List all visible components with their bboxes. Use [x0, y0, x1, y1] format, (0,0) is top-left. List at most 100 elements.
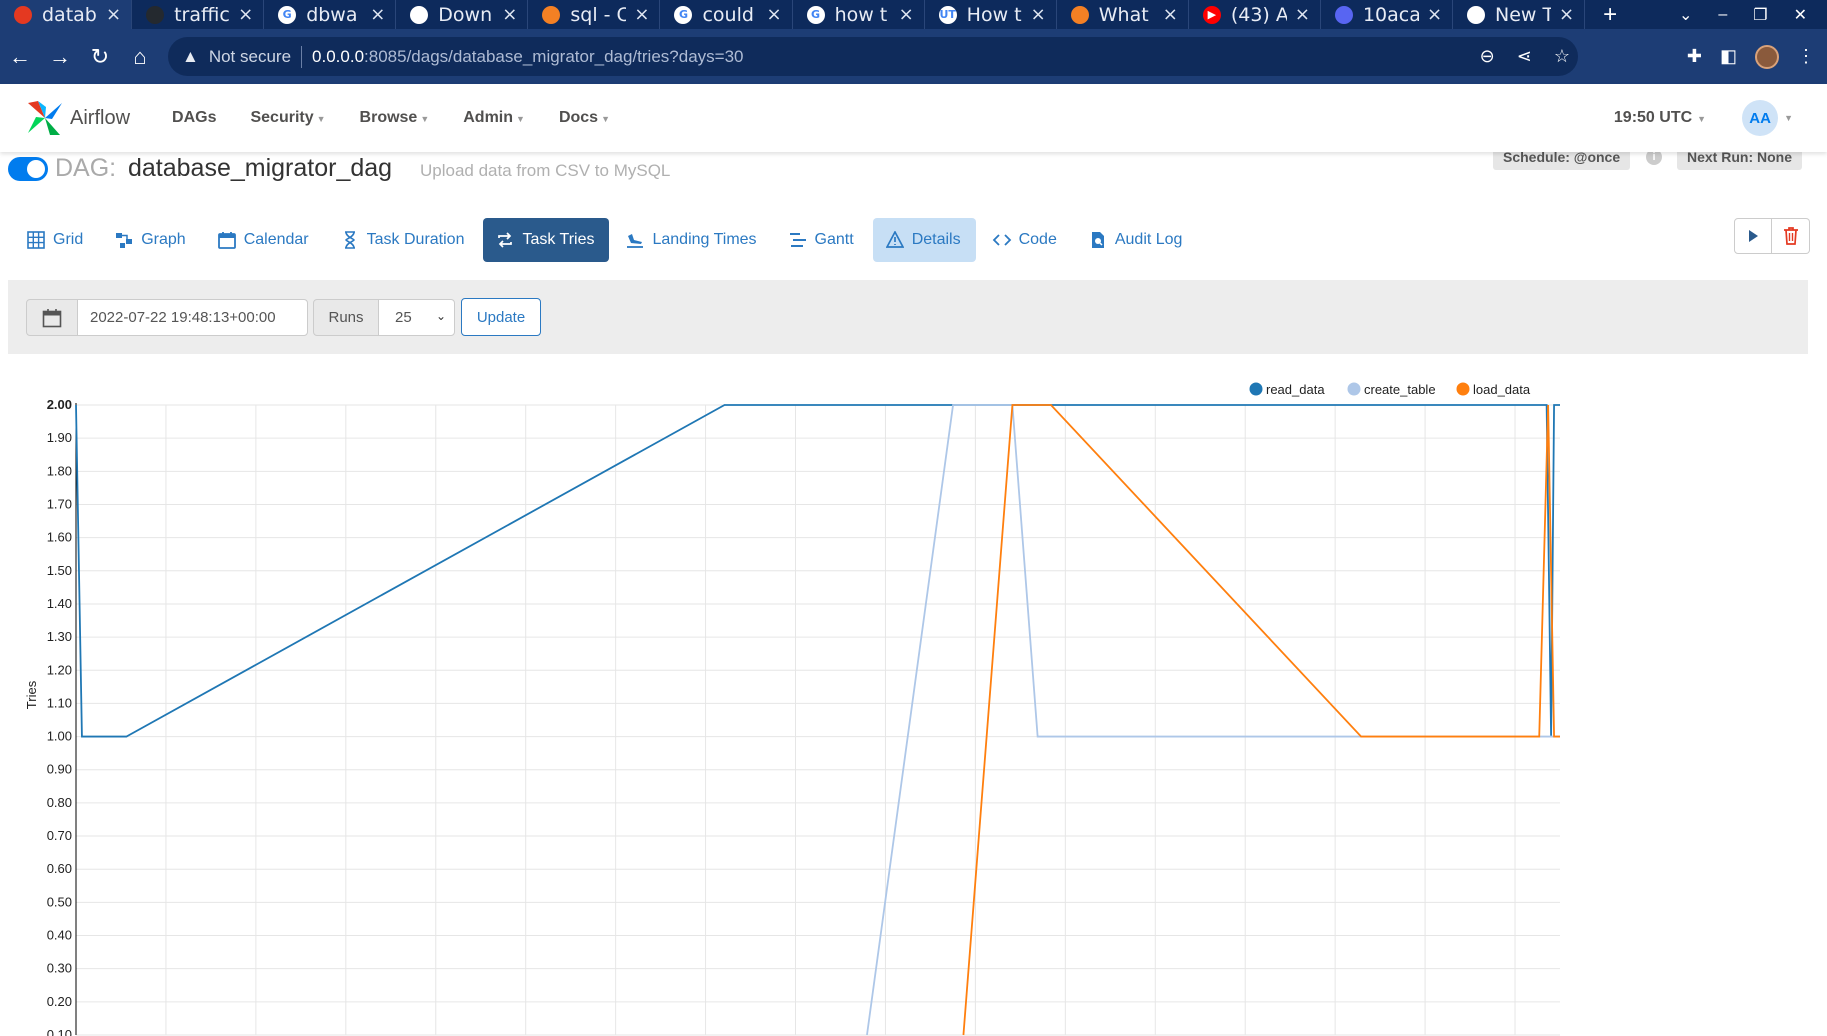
close-tab-icon[interactable]: × — [1163, 4, 1178, 25]
utc-clock[interactable]: 19:50 UTC ▼ — [1614, 109, 1706, 127]
browser-tab[interactable]: sql - C × — [528, 0, 661, 29]
browser-tab[interactable]: 10aca × — [1321, 0, 1454, 29]
side-panel-icon[interactable]: ◧ — [1720, 46, 1737, 67]
y-tick-label: 0.70 — [47, 828, 72, 843]
user-menu[interactable]: AA ▼ — [1742, 100, 1793, 136]
home-icon[interactable]: ⌂ — [120, 44, 160, 70]
menu-security[interactable]: Security ▼ — [250, 109, 325, 127]
update-button[interactable]: Update — [461, 298, 541, 336]
browser-tab[interactable]: ▶ (43) A × — [1189, 0, 1321, 29]
trash-icon — [1783, 227, 1798, 245]
delete-dag-button[interactable] — [1772, 218, 1810, 254]
y-tick-label: 2.00 — [47, 397, 72, 412]
tab-title: dbwa — [306, 3, 358, 26]
close-tab-icon[interactable]: × — [502, 4, 517, 25]
legend-label[interactable]: load_data — [1473, 382, 1531, 397]
browser-tab[interactable]: New T × — [1453, 0, 1586, 29]
tab-search-icon[interactable]: ⌄ — [1679, 5, 1692, 25]
dag-name: database_migrator_dag — [128, 154, 393, 182]
browser-tab[interactable]: What × — [1057, 0, 1189, 29]
y-tick-label: 1.10 — [47, 695, 72, 710]
close-tab-icon[interactable]: × — [370, 4, 385, 25]
airflow-logo[interactable]: Airflow — [24, 97, 130, 139]
tab-title: What — [1098, 3, 1149, 26]
y-tick-label: 0.90 — [47, 762, 72, 777]
security-label[interactable]: Not secure — [209, 47, 291, 67]
runs-select[interactable]: 25 ⌄ — [378, 299, 455, 336]
tab-favicon-icon — [410, 5, 429, 24]
close-tab-icon[interactable]: × — [1427, 4, 1442, 25]
menu-docs[interactable]: Docs ▼ — [559, 109, 610, 127]
close-tab-icon[interactable]: × — [106, 4, 121, 25]
restore-icon[interactable]: ❐ — [1753, 5, 1767, 25]
clock-label: 19:50 UTC — [1613, 109, 1693, 126]
minimize-icon[interactable]: – — [1718, 6, 1727, 24]
menu-dags-label: DAGs — [172, 109, 217, 126]
new-tab-button[interactable]: + — [1603, 1, 1617, 29]
tab-favicon-icon: G — [278, 5, 297, 24]
warning-icon[interactable]: ▲ — [182, 47, 199, 67]
y-tick-label: 1.60 — [47, 530, 72, 545]
tab-task-duration[interactable]: Task Duration — [328, 218, 480, 262]
browser-tab[interactable]: UT How t × — [925, 0, 1057, 29]
reload-icon[interactable]: ↻ — [80, 44, 120, 70]
extensions-icon[interactable]: ✚ — [1687, 46, 1702, 67]
browser-tab[interactable]: Ghow t × — [793, 0, 925, 29]
address-separator — [301, 45, 303, 68]
close-tab-icon[interactable]: × — [634, 4, 649, 25]
user-avatar[interactable]: AA — [1742, 100, 1779, 136]
browser-menu-icon[interactable]: ⋮ — [1797, 46, 1815, 67]
browser-tab[interactable]: traffic × — [132, 0, 265, 29]
legend-label[interactable]: create_table — [1364, 382, 1436, 397]
close-tab-icon[interactable]: × — [1559, 4, 1574, 25]
profile-avatar[interactable] — [1755, 44, 1779, 69]
dag-pause-toggle[interactable] — [8, 157, 48, 181]
warning-icon — [885, 230, 905, 250]
back-icon[interactable]: ← — [0, 44, 40, 70]
tab-landing-times[interactable]: Landing Times — [613, 218, 771, 262]
y-tick-label: 1.20 — [47, 662, 72, 677]
share-icon[interactable]: ⋖ — [1517, 46, 1532, 67]
navbar-right: 19:50 UTC ▼ AA ▼ — [1614, 84, 1793, 152]
hourglass-icon — [340, 230, 360, 250]
tab-favicon-icon — [542, 5, 561, 24]
browser-tab[interactable]: Gcould × — [660, 0, 793, 29]
tab-gantt[interactable]: Gantt — [776, 218, 869, 262]
y-tick-label: 1.50 — [47, 563, 72, 578]
y-tick-label: 0.30 — [47, 961, 72, 976]
tab-code[interactable]: Code — [980, 218, 1072, 262]
legend-marker[interactable] — [1249, 382, 1263, 396]
tab-graph[interactable]: Graph — [102, 218, 200, 262]
browser-tab[interactable]: Gdbwa × — [264, 0, 397, 29]
tab-title: could — [702, 3, 754, 26]
forward-icon[interactable]: → — [40, 44, 80, 70]
address-bar[interactable]: ▲ Not secure 0.0.0.0:8085/dags/database_… — [168, 37, 1578, 76]
date-picker-button[interactable] — [26, 299, 78, 336]
tab-title: How t — [966, 3, 1022, 26]
bookmark-star-icon[interactable]: ☆ — [1554, 46, 1570, 67]
close-window-icon[interactable]: ✕ — [1794, 5, 1807, 25]
y-tick-label: 1.40 — [47, 596, 72, 611]
close-tab-icon[interactable]: × — [1295, 4, 1310, 25]
tab-grid[interactable]: Grid — [14, 218, 98, 262]
legend-label[interactable]: read_data — [1266, 382, 1325, 397]
menu-security-label: Security — [250, 109, 314, 126]
tab-calendar[interactable]: Calendar — [205, 218, 324, 262]
legend-marker[interactable] — [1456, 382, 1470, 396]
close-tab-icon[interactable]: × — [899, 4, 914, 25]
menu-admin[interactable]: Admin ▼ — [463, 109, 525, 127]
browser-tab[interactable]: Down × — [396, 0, 529, 29]
close-tab-icon[interactable]: × — [1031, 4, 1046, 25]
menu-browse[interactable]: Browse ▼ — [360, 109, 430, 127]
browser-tab[interactable]: datab × — [0, 0, 133, 29]
tab-details[interactable]: Details — [872, 218, 976, 262]
close-tab-icon[interactable]: × — [238, 4, 253, 25]
base-date-input[interactable]: 2022-07-22 19:48:13+00:00 — [77, 299, 308, 336]
menu-dags[interactable]: DAGs — [172, 109, 216, 127]
tab-audit-log[interactable]: Audit Log — [1076, 218, 1198, 262]
close-tab-icon[interactable]: × — [766, 4, 781, 25]
legend-marker[interactable] — [1347, 382, 1361, 396]
zoom-icon[interactable]: ⊖ — [1480, 46, 1495, 67]
tab-task-tries[interactable]: Task Tries — [483, 218, 610, 262]
trigger-dag-button[interactable] — [1734, 218, 1772, 254]
